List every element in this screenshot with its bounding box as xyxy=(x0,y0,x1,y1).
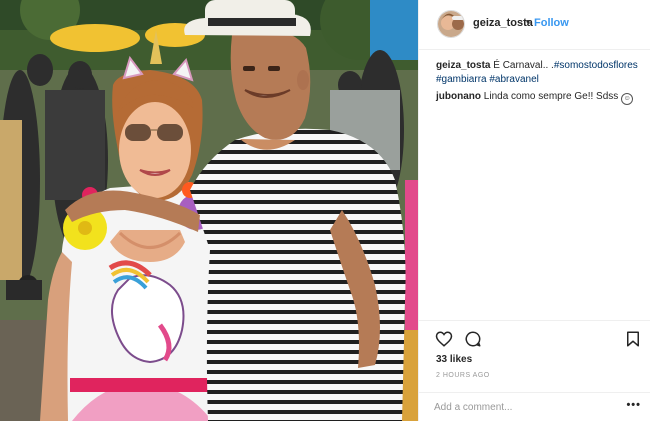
caption-text: É Carnaval.. . xyxy=(493,60,554,71)
post-photo-illustration xyxy=(0,0,418,421)
post-timestamp[interactable]: 2 HOURS AGO xyxy=(436,372,490,379)
avatar-image xyxy=(438,11,464,37)
heart-icon[interactable] xyxy=(435,330,453,348)
comment-text: Linda como sempre Ge!! Sdss xyxy=(483,91,619,102)
post-actions: 33 likes 2 HOURS AGO xyxy=(419,320,650,392)
follow-button[interactable]: Follow xyxy=(534,17,569,29)
caption-username[interactable]: geiza_tosta xyxy=(436,60,490,71)
comment-input[interactable] xyxy=(434,398,609,416)
caption-comment: geiza_tosta É Carnaval.. .#somostodosflo… xyxy=(436,59,642,87)
header-username[interactable]: geiza_tosta xyxy=(473,17,533,29)
instagram-post: geiza_tosta • Follow geiza_tosta É Carna… xyxy=(0,0,650,421)
add-comment-bar: ••• xyxy=(419,392,650,421)
header-separator: • xyxy=(526,16,530,28)
hashtag-link[interactable]: #abravanel xyxy=(489,74,538,85)
hashtag-link[interactable]: #somostodosflores xyxy=(554,60,638,71)
post-photo[interactable] xyxy=(0,0,418,421)
comments-list: geiza_tosta É Carnaval.. .#somostodosflo… xyxy=(436,59,642,108)
post-header: geiza_tosta • Follow xyxy=(419,0,650,50)
likes-count[interactable]: 33 likes xyxy=(436,354,472,365)
bookmark-icon[interactable] xyxy=(624,330,642,348)
post-side-panel: geiza_tosta • Follow geiza_tosta É Carna… xyxy=(418,0,650,421)
comment-username[interactable]: jubonano xyxy=(436,91,481,102)
comment-item: jubonano Linda como sempre Ge!! Sdss ☺ xyxy=(436,90,642,105)
hashtag-link[interactable]: #gambiarra xyxy=(436,74,487,85)
more-options-icon[interactable]: ••• xyxy=(626,399,641,411)
grinning-emoji-icon: ☺ xyxy=(621,93,634,105)
avatar[interactable] xyxy=(437,10,465,38)
comment-icon[interactable] xyxy=(464,330,482,348)
